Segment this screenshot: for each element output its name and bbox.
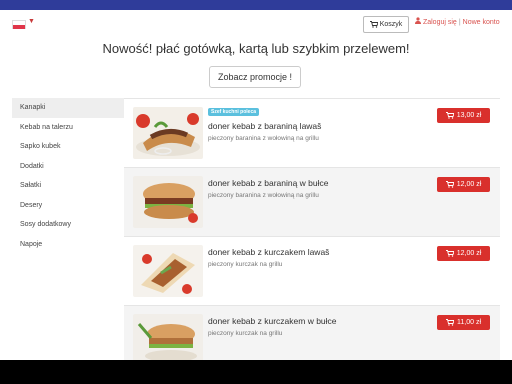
register-link[interactable]: Nowe konto — [463, 19, 500, 26]
sidebar-item-dodatki[interactable]: Dodatki — [12, 157, 124, 177]
poland-flag-icon[interactable] — [12, 20, 26, 29]
cart-button[interactable]: Koszyk — [363, 16, 409, 33]
sidebar-item-kanapki[interactable]: Kanapki — [12, 98, 124, 118]
product-image[interactable] — [133, 245, 203, 297]
product-name[interactable]: doner kebab z kurczakem w bułce — [208, 316, 337, 326]
sidebar-item-sapko-kubek[interactable]: Sapko kubek — [12, 137, 124, 157]
sidebar-item-salatki[interactable]: Sałatki — [12, 176, 124, 196]
chef-recommends-badge: Szef kuchni poleca — [208, 108, 260, 116]
price-label: 13,00 zł — [456, 112, 482, 119]
sidebar-item-sosy-dodatkowy[interactable]: Sosy dodatkowy — [12, 215, 124, 235]
sidebar-item-kebab-na-talerzu[interactable]: Kebab na talerzu — [12, 118, 124, 138]
promo-headline: Nowość! płać gotówką, kartą lub szybkim … — [102, 41, 410, 56]
user-icon — [415, 17, 421, 24]
product-image[interactable] — [133, 107, 203, 159]
chevron-down-icon[interactable]: ▼ — [28, 18, 35, 25]
product-row: doner kebab z kurczakem w bułce pieczony… — [124, 306, 500, 360]
cart-icon — [445, 112, 454, 119]
product-description: pieczony kurczak na grillu — [208, 261, 283, 268]
login-link[interactable]: Zaloguj się — [423, 19, 457, 26]
cart-icon — [445, 250, 454, 257]
sidebar-item-desery[interactable]: Desery — [12, 196, 124, 216]
top-bar — [0, 0, 512, 10]
product-name[interactable]: doner kebab z baraniną lawaš — [208, 121, 321, 131]
add-to-cart-button[interactable]: 12,00 zł — [437, 246, 490, 261]
product-description: pieczony baranina z wołowiną na grillu — [208, 192, 319, 199]
product-description: pieczony baranina z wołowiną na grillu — [208, 135, 319, 142]
add-to-cart-button[interactable]: 13,00 zł — [437, 108, 490, 123]
promotions-button[interactable]: Zobacz promocje ! — [209, 66, 301, 88]
product-row: Szef kuchni poleca doner kebab z baranin… — [124, 99, 500, 168]
price-label: 12,00 zł — [456, 250, 482, 257]
cart-icon — [369, 21, 378, 28]
product-image[interactable] — [133, 176, 203, 228]
auth-links: Zaloguj się | Nowe konto — [415, 17, 500, 26]
product-list: Szef kuchni poleca doner kebab z baranin… — [124, 98, 500, 360]
product-row: doner kebab z kurczakem lawaš pieczony k… — [124, 237, 500, 306]
add-to-cart-button[interactable]: 12,00 zł — [437, 177, 490, 192]
sidebar-item-napoje[interactable]: Napoje — [12, 235, 124, 255]
add-to-cart-button[interactable]: 11,00 zł — [437, 315, 490, 330]
cart-icon — [445, 181, 454, 188]
cart-icon — [446, 319, 454, 326]
price-label: 12,00 zł — [456, 181, 482, 188]
product-description: pieczony kurczak na grillu — [208, 330, 283, 337]
cart-label: Koszyk — [379, 21, 403, 28]
price-label: 11,00 zł — [457, 319, 481, 326]
product-name[interactable]: doner kebab z baraniną w bułce — [208, 178, 329, 188]
category-sidebar: Kanapki Kebab na talerzu Sapko kubek Dod… — [12, 98, 124, 254]
app-screen: ▼ Koszyk Zaloguj się | Nowe konto Nowość! … — [0, 0, 512, 360]
product-image[interactable] — [133, 314, 203, 360]
product-name[interactable]: doner kebab z kurczakem lawaš — [208, 247, 329, 257]
product-row: doner kebab z baraniną w bułce pieczony … — [124, 168, 500, 237]
auth-separator: | — [458, 19, 461, 26]
